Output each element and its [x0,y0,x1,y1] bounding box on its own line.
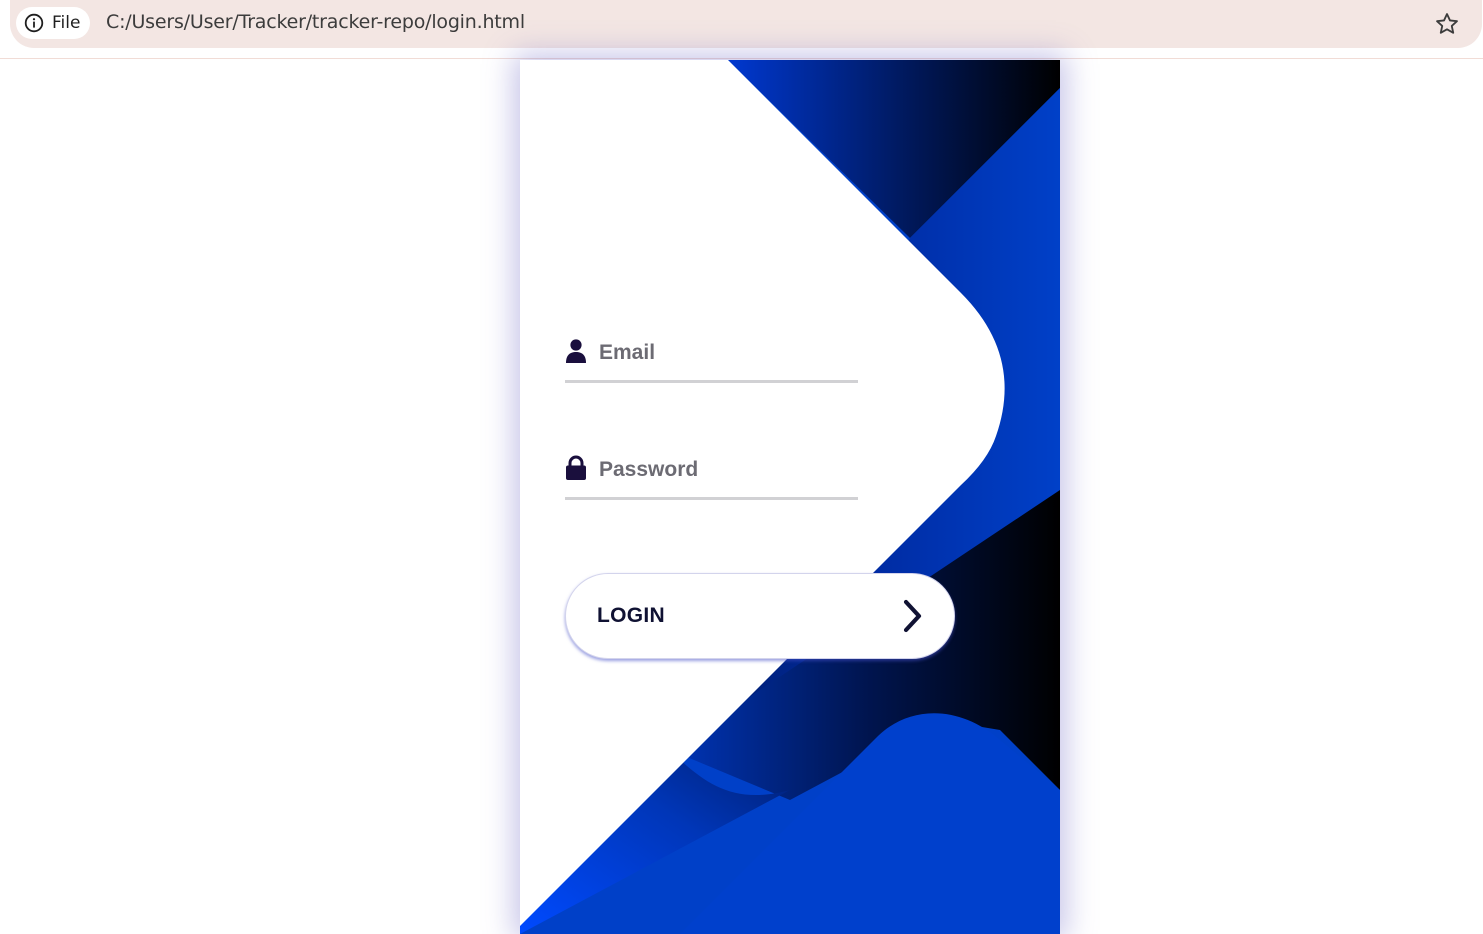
star-icon[interactable] [1434,11,1460,37]
address-bar[interactable]: File C:/Users/User/Tracker/tracker-repo/… [10,0,1482,48]
info-icon [24,13,44,33]
browser-toolbar: File C:/Users/User/Tracker/tracker-repo/… [0,0,1483,59]
login-card: LOGIN [520,60,1060,934]
email-input[interactable] [599,334,849,372]
lock-icon [565,455,587,481]
site-info-chip[interactable]: File [16,7,91,39]
site-chip-label: File [52,13,81,33]
password-field [565,449,858,500]
email-field [565,332,858,383]
user-icon [565,338,587,364]
password-input[interactable] [599,451,849,489]
login-button[interactable]: LOGIN [565,573,955,659]
chevron-right-icon [898,599,926,633]
login-button-label: LOGIN [597,604,665,627]
url-text[interactable]: C:/Users/User/Tracker/tracker-repo/login… [106,11,525,33]
